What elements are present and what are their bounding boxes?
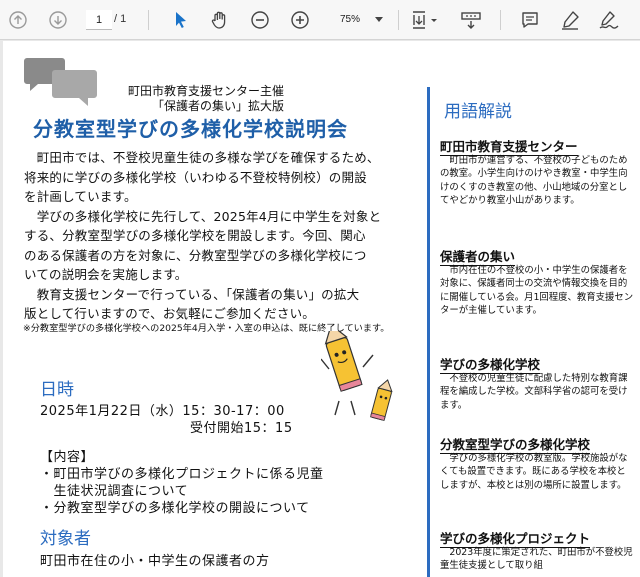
text-line: のある保護者の方を対象に、分教室型学びの多様化学校につ [24, 247, 367, 263]
glossary-title: 用語解説 [444, 102, 512, 122]
select-tool-button[interactable] [170, 8, 192, 32]
page-fit-button[interactable] [408, 8, 442, 32]
document-page: 町田市教育支援センター主催 「保護者の集い」拡大版 分教室型学びの多様化学校説明… [3, 41, 640, 577]
pdf-toolbar: / 1 75% [0, 0, 640, 40]
sidebar-accent-bar [427, 87, 430, 577]
pencil-mascot-illustration [321, 331, 393, 421]
arrow-up-circle-icon [9, 11, 27, 29]
scroll-mode-button[interactable] [458, 8, 484, 32]
zoom-in-button[interactable] [288, 8, 312, 32]
text-line: 版として行いますので、お気軽にご参加ください。 [24, 306, 315, 321]
glossary-definition: 市内在住の不登校の小・中学生の保護者を対象に、保護者同士の交流や情報交換を目的に… [440, 265, 634, 317]
zoom-level-dropdown[interactable]: 75% [332, 9, 388, 31]
pen-icon [562, 11, 579, 30]
sign-button[interactable] [596, 8, 622, 32]
hand-icon [211, 11, 226, 29]
glossary-term: 分教室型学びの多様化学校 [440, 434, 591, 454]
content-item: ・分教室型学びの多様化学校の開設について [40, 501, 310, 516]
page-number-input[interactable] [86, 10, 112, 30]
previous-page-button[interactable] [6, 8, 30, 32]
page-total: / 1 [114, 13, 127, 25]
toolbar-divider [398, 10, 399, 30]
zoom-out-button[interactable] [248, 8, 272, 32]
document-title: 分教室型学びの多様化学校説明会 [33, 117, 348, 141]
speech-bubbles-icon [24, 58, 97, 106]
target-heading: 対象者 [40, 529, 91, 549]
target-audience: 町田市在住の小・中学生の保護者の方 [40, 554, 270, 569]
glossary-term: 保護者の集い [440, 246, 516, 266]
plus-circle-icon [291, 11, 309, 29]
text-line: いての説明会を実施します。 [24, 267, 188, 282]
reception-time: 受付開始15：15 [190, 421, 293, 436]
intro-paragraph: 町田市では、不登校児童生徒の多様な学びを確保するため、 将来的に学びの多様化学校… [24, 148, 420, 324]
toolbar-divider [148, 10, 149, 30]
glossary-term: 学びの多様化学校 [440, 354, 541, 374]
glossary-term: 町田市教育支援センター [440, 136, 578, 156]
scroll-mode-icon [461, 12, 481, 29]
cursor-arrow-icon [176, 12, 186, 28]
comment-icon [522, 12, 538, 28]
zoom-level-value: 75% [340, 14, 361, 25]
glossary-term: 学びの多様化プロジェクト [440, 528, 591, 548]
hand-tool-button[interactable] [208, 8, 232, 32]
minus-circle-icon [251, 11, 269, 29]
fit-page-icon [413, 11, 437, 29]
glossary-definition: 2023年度に策定された、町田市が不登校児童生徒支援として取り組 [440, 547, 633, 572]
text-line: 将来的に学びの多様化学校（いわゆる不登校特例校）の開設 [24, 169, 367, 185]
signature-icon [599, 11, 619, 29]
text-line: 学びの多様化学校に先行して、2025年4月に中学生を対象と [24, 208, 382, 224]
comment-button[interactable] [518, 8, 542, 32]
text-line: を計画しています。 [24, 189, 137, 204]
glossary-definition: 不登校の児童生徒に配慮した特別な教育課程を編成した学校。文部科学省の認可を受けま… [440, 373, 628, 411]
text-line: 町田市では、不登校児童生徒の多様な学びを確保するため、 [24, 150, 380, 165]
highlight-button[interactable] [558, 8, 582, 32]
toolbar-divider [500, 10, 501, 30]
arrow-down-circle-icon [49, 11, 67, 29]
next-page-button[interactable] [46, 8, 70, 32]
event-subtitle: 「保護者の集い」拡大版 [152, 99, 285, 113]
glossary-definition: 町田市が運営する、不登校の子どものための教室。小学生向けのけやき教室・中学生向け… [440, 155, 628, 207]
chevron-down-icon [375, 17, 383, 22]
text-line: 教育支援センターで行っている、「保護者の集い」の拡大 [24, 286, 360, 302]
datetime-heading: 日時 [40, 380, 74, 400]
glossary-definition: 学びの多様化学校の教室版。学校施設がなくても設置できます。既にある学校を本校とし… [440, 453, 628, 491]
text-line: する、分教室型学びの多様化学校を開設します。今回、関心 [24, 228, 366, 243]
